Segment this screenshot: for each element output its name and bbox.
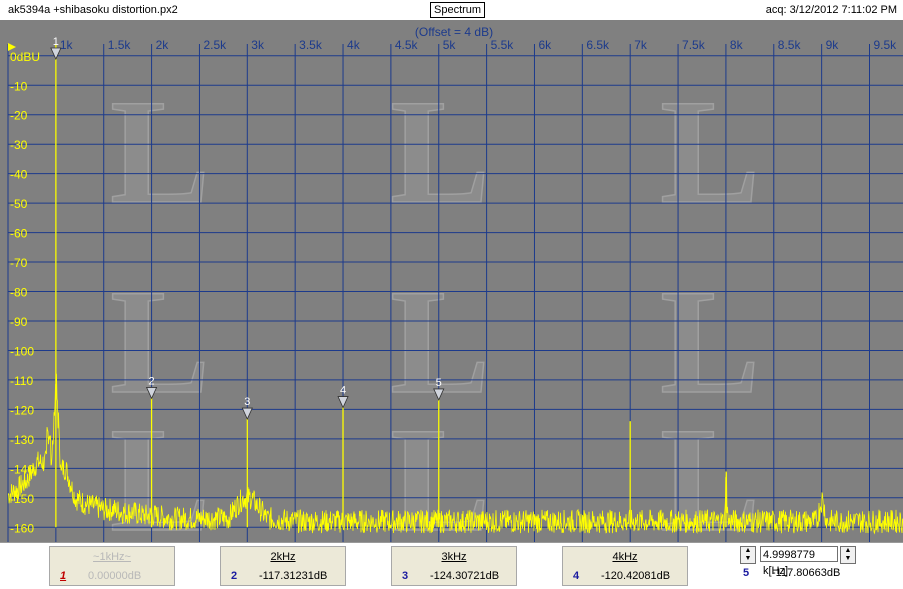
marker-3[interactable]: 3 <box>241 396 253 421</box>
x-tick-label: 4.5k <box>395 38 419 52</box>
watermark-letter: L <box>390 69 490 235</box>
y-tick-label: -10 <box>10 79 28 93</box>
spectrum-chart: L L LL L LL L L 0dBU-10-20-30-40-50-60-70-80-9… <box>7 25 903 542</box>
x-tick-label: 9.5k <box>873 38 897 52</box>
x-tick-label: 1k <box>60 38 74 52</box>
marker-number: 1 <box>60 570 67 582</box>
x-tick-label: 4k <box>347 38 361 52</box>
title-bar: ak5394a +shibasoku distortion.px2 Spectr… <box>0 0 903 21</box>
x-tick-label: 5.5k <box>491 38 515 52</box>
y-tick-label: 0dBU <box>10 50 40 64</box>
marker-readout-2[interactable]: 2kHz 2 -117.31231dB <box>220 546 346 586</box>
marker-frequency: ~1kHz~ <box>93 551 131 563</box>
spectrum-plot[interactable]: LLLLLLLLL 0dBU -10 -20 -30 -40 -50 -60 -70 -80 -9… <box>0 20 903 542</box>
marker-frequency: 4kHz <box>612 551 638 563</box>
marker-readout-3[interactable]: 3kHz 3 -124.30721dB <box>391 546 517 586</box>
acquisition-timestamp: acq: 3/12/2012 7:11:02 PM <box>765 4 897 16</box>
marker-number: 2 <box>231 570 238 582</box>
marker-level: -124.30721dB <box>430 570 500 582</box>
marker-number: 3 <box>402 570 409 582</box>
y-tick-label: -100 <box>10 344 34 358</box>
y-tick-label: -110 <box>10 374 33 388</box>
logo-watermark-group: L L LL L LL L L <box>109 68 761 542</box>
marker5-step-spinner-left[interactable]: ▲ ▼ <box>740 546 756 564</box>
x-tick-label: 8k <box>730 38 744 52</box>
offset-label: (Offset = 4 dB) <box>415 25 493 39</box>
marker-triangle-icon <box>50 47 62 60</box>
marker5-step-spinner-right[interactable]: ▲ ▼ <box>840 546 856 564</box>
marker-label: 2 <box>149 375 155 387</box>
y-tick-label: -60 <box>10 227 28 241</box>
x-tick-label: 2.5k <box>203 38 227 52</box>
y-tick-label: -20 <box>10 109 28 123</box>
x-tick-label: 7k <box>634 38 648 52</box>
marker-frequency: 3kHz <box>441 551 467 563</box>
x-tick-label: 6k <box>538 38 552 52</box>
y-tick-label: -80 <box>10 286 28 300</box>
watermark-letter: L <box>110 69 210 235</box>
y-tick-label: -50 <box>10 197 28 211</box>
y-tick-label: -70 <box>10 256 28 270</box>
watermark-letter: L <box>110 397 210 542</box>
x-tick-label: 3k <box>251 38 265 52</box>
marker-label: 5 <box>436 377 442 389</box>
x-tick-label: 1.5k <box>108 38 132 52</box>
marker-triangle-icon <box>241 407 253 421</box>
spectrum-view-button[interactable]: Spectrum <box>430 2 486 18</box>
marker-level: -120.42081dB <box>601 570 671 582</box>
y-tick-label: -90 <box>10 315 28 329</box>
marker-panel: ~1kHz~ 1 0.00000dB 2kHz 2 -117.31231dB 3… <box>0 542 903 589</box>
y-tick-label: -40 <box>10 168 28 182</box>
marker-number: 4 <box>573 570 580 582</box>
x-tick-label: 7.5k <box>682 38 706 52</box>
marker-readout-4[interactable]: 4kHz 4 -120.42081dB <box>562 546 688 586</box>
x-tick-label: 5k <box>443 38 457 52</box>
marker-readout-1[interactable]: ~1kHz~ 1 0.00000dB <box>49 546 175 586</box>
marker-level: -117.31231dB <box>259 570 328 582</box>
marker-level: 0.00000dB <box>88 570 142 582</box>
y-tick-label: -120 <box>10 403 34 417</box>
marker5-frequency-input[interactable]: 4.9998779 k[Hz] <box>760 546 838 577</box>
y-tick-label: -160 <box>10 521 34 535</box>
watermark-letter: L <box>660 69 760 235</box>
y-tick-label: -150 <box>10 492 34 506</box>
x-tick-label: 8.5k <box>778 38 802 52</box>
marker-label: 4 <box>340 385 346 397</box>
x-tick-label: 9k <box>826 38 840 52</box>
marker-label: 3 <box>244 396 250 408</box>
marker5-number: 5 <box>743 567 750 579</box>
marker-4[interactable]: 4 <box>337 385 349 409</box>
y-tick-label: -130 <box>10 433 34 447</box>
marker-triangle-icon <box>337 396 349 409</box>
marker-frequency: 2kHz <box>270 551 296 563</box>
marker-label: 1 <box>53 36 59 48</box>
x-tick-label: 3.5k <box>299 38 323 52</box>
marker5-level: -117.80663dB <box>772 567 841 579</box>
file-title: ak5394a +shibasoku distortion.px2 <box>8 4 178 16</box>
x-tick-label: 6.5k <box>586 38 610 52</box>
x-tick-label: 2k <box>156 38 170 52</box>
y-tick-label: -30 <box>10 138 28 152</box>
